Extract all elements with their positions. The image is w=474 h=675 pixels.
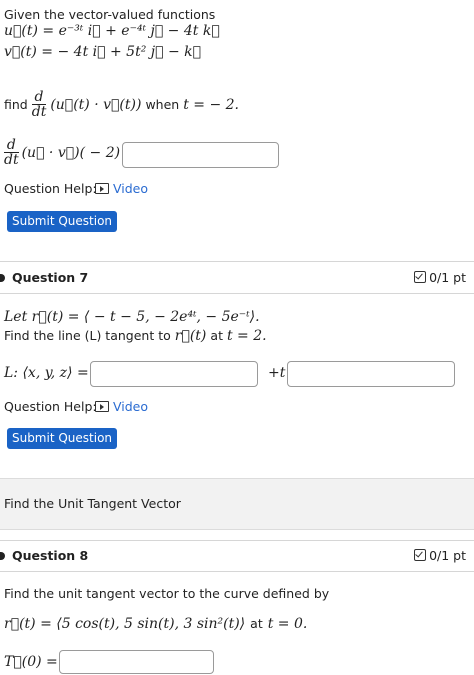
q8-score: 0/1 pt (414, 548, 466, 563)
q6-frac-num: d (31, 90, 47, 105)
q6-find-line: find d dt (u⃗(t) · v⃗(t)) when t = − 2. (4, 90, 239, 119)
section-banner: Find the Unit Tangent Vector (0, 478, 474, 530)
q8-answer-lhs: T⃗(0) = (4, 654, 58, 670)
q6-help-label: Question Help: (4, 181, 97, 196)
section-banner-text: Find the Unit Tangent Vector (4, 496, 181, 511)
q6-when-expression: t = − 2. (183, 96, 239, 113)
divider (0, 571, 474, 572)
q6-answer-frac-den: dt (4, 152, 19, 168)
q7-definition: Let r⃗(t) = ⟨ − t − 5, − 2e⁴ᵗ, − 5e⁻ᵗ⟩. (4, 309, 260, 325)
q8-header: Question 8 0/1 pt (0, 542, 474, 572)
video-play-icon (95, 183, 109, 194)
q7-video-link[interactable]: Video (95, 399, 148, 414)
q8-at-label: at (250, 616, 263, 631)
divider (0, 261, 474, 262)
score-check-icon (414, 549, 427, 561)
q6-u-definition: u⃗(t) = e⁻³ᵗ i⃗ + e⁻⁴ᵗ j⃗ − 4t k⃗ (4, 23, 220, 39)
q7-help-label: Question Help: (4, 399, 97, 414)
q7-submit-button[interactable]: Submit Question (7, 428, 117, 449)
q7-score: 0/1 pt (414, 270, 466, 285)
divider (0, 540, 474, 541)
q8-answer-input[interactable] (59, 650, 214, 674)
q8-curve-line: r⃗(t) = ⟨5 cos(t), 5 sin(t), 3 sin²(t)⟩ … (4, 616, 307, 632)
q8-curve-definition: r⃗(t) = ⟨5 cos(t), 5 sin(t), 3 sin²(t)⟩ (4, 616, 246, 632)
q7-direction-input[interactable] (287, 361, 455, 387)
q7-answer-lhs: L: ⟨x, y, z⟩ = (4, 365, 89, 381)
q8-bullet-dot (0, 552, 5, 560)
divider (0, 293, 474, 294)
q7-score-text: 0/1 pt (429, 270, 466, 285)
q7-bullet-dot (0, 274, 5, 282)
q7-instruction-r: r⃗(t) (174, 328, 207, 344)
score-check-icon (414, 271, 427, 283)
q6-v-definition: v⃗(t) = − 4t i⃗ + 5t² j⃗ − k⃗ (4, 44, 202, 60)
q7-instruction-t: t = 2. (226, 328, 267, 344)
q7-title: Question 7 (12, 270, 89, 285)
q6-video-label: Video (113, 181, 149, 196)
q6-submit-button[interactable]: Submit Question (7, 211, 117, 232)
q6-derivative-fraction: d dt (31, 90, 47, 120)
q7-instruction: Find the line (L) tangent to r⃗(t) at t … (4, 328, 267, 344)
q7-point-input[interactable] (90, 361, 258, 387)
q7-header: Question 7 0/1 pt (0, 264, 474, 294)
q6-find-label: find (4, 97, 28, 112)
q8-t-value: t = 0. (267, 616, 308, 632)
q7-instruction-at: at (210, 328, 223, 343)
q8-instruction: Find the unit tangent vector to the curv… (4, 586, 330, 601)
q8-title: Question 8 (12, 548, 89, 563)
q6-answer-input[interactable] (122, 142, 279, 168)
q6-find-expression: (u⃗(t) · v⃗(t)) (50, 96, 142, 113)
q8-score-text: 0/1 pt (429, 548, 466, 563)
q6-video-link[interactable]: Video (95, 181, 148, 196)
q7-video-label: Video (113, 399, 149, 414)
q7-plus-t: +t (268, 365, 286, 381)
video-play-icon (95, 401, 109, 412)
q6-answer-line: d dt (u⃗ · v⃗)( − 2) = (4, 138, 136, 167)
q6-answer-lhs: (u⃗ · v⃗)( − 2) = (21, 144, 137, 161)
q7-instruction-text: Find the line (L) tangent to (4, 328, 171, 343)
q6-answer-fraction: d dt (4, 138, 19, 167)
q6-frac-den: dt (31, 104, 47, 120)
q6-answer-frac-num: d (4, 138, 19, 153)
q6-when-label: when (145, 97, 180, 112)
q6-intro: Given the vector-valued functions (4, 7, 216, 22)
